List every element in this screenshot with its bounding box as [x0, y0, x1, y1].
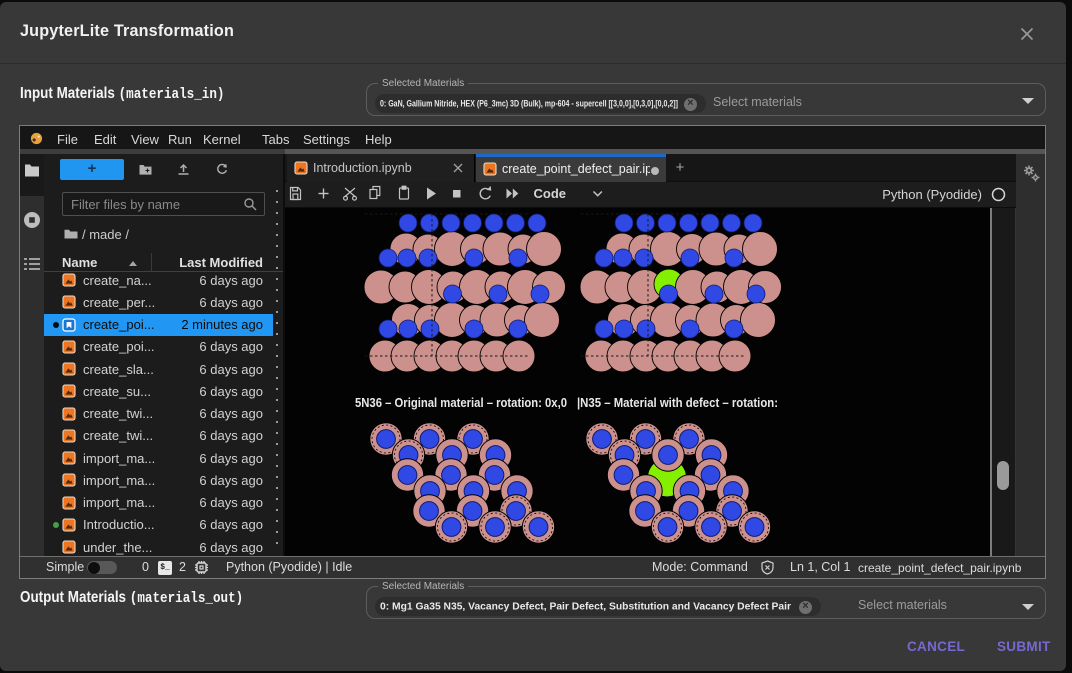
- svg-text:5N36 – Original material – rot: 5N36 – Original material – rotation: 0x,…: [355, 396, 567, 410]
- svg-text:Code: Code: [534, 186, 567, 201]
- svg-text:0: Mg1 Ga35 N35, Vacancy Defec: 0: Mg1 Ga35 N35, Vacancy Defect, Pair De…: [380, 602, 791, 613]
- svg-text:0: GaN, Gallium Nitride, HEX (: 0: GaN, Gallium Nitride, HEX (P6_3mc) 3D…: [380, 99, 678, 109]
- svg-text:|N35 – Material with defect –: |N35 – Material with defect – rotation:: [577, 396, 778, 410]
